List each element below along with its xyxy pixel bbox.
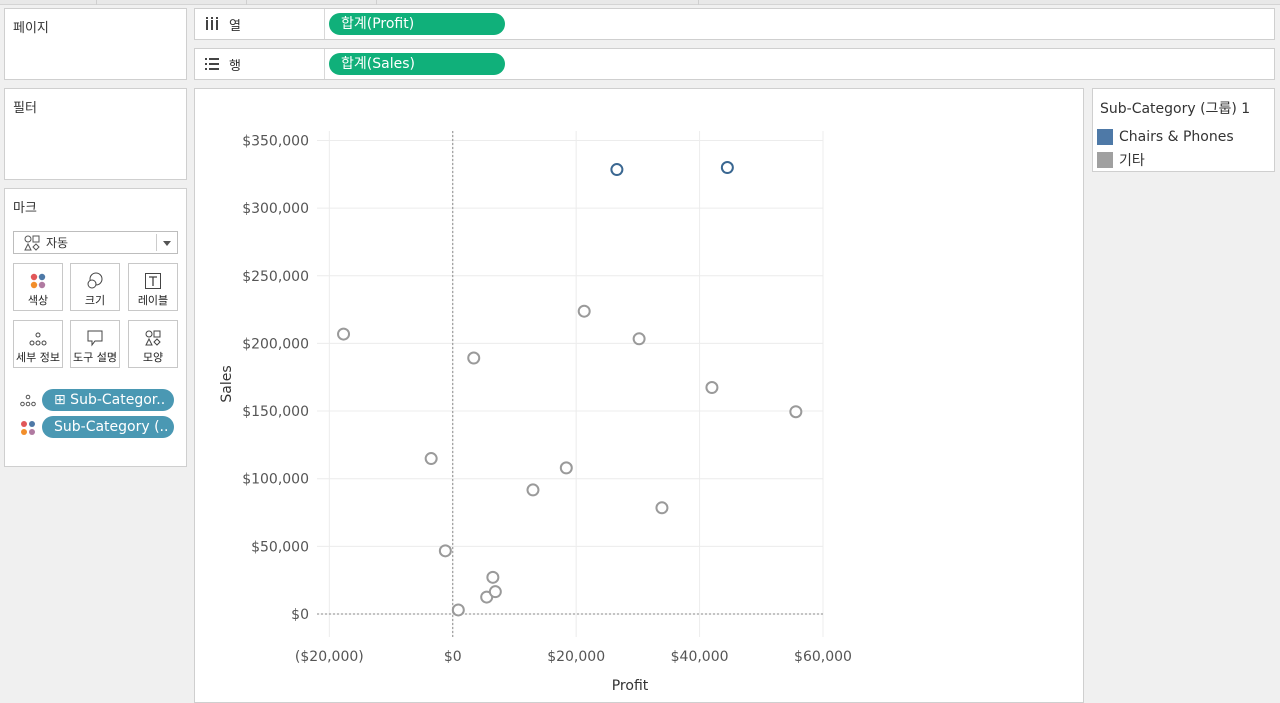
data-point[interactable] <box>424 452 438 466</box>
text-icon <box>129 264 177 290</box>
data-point[interactable] <box>655 501 669 515</box>
legend-title: Sub-Category (그룹) 1 <box>1100 101 1251 117</box>
scatter-chart[interactable]: $0 $50,000 $100,000 $150,000 $200,000 $250,00… <box>195 89 1083 702</box>
detail-field-pill[interactable]: ⊞ Sub-Categor.. <box>42 389 174 411</box>
y-tick-label: $250,000 <box>242 269 309 285</box>
tooltip-label: 도구 설명 <box>73 351 117 364</box>
size-label: 크기 <box>84 294 106 307</box>
data-point[interactable] <box>610 163 624 177</box>
data-point[interactable] <box>789 405 803 419</box>
data-point[interactable] <box>438 544 452 558</box>
mark-type-dropdown[interactable]: 자동 <box>13 231 178 254</box>
data-point[interactable] <box>559 461 573 475</box>
columns-shelf[interactable]: 열 합계(Profit) <box>194 8 1275 40</box>
color-label: 색상 <box>27 294 49 307</box>
y-axis-title: Sales <box>219 365 235 402</box>
legend-item-chairs-phones[interactable]: Chairs & Phones <box>1097 127 1234 147</box>
label-label: 레이블 <box>137 294 169 307</box>
top-toolbar-strip <box>0 0 1280 5</box>
strip-divider <box>246 0 247 5</box>
filters-shelf[interactable]: 필터 <box>4 88 187 180</box>
strip-divider <box>376 0 377 5</box>
rows-shelf[interactable]: 행 합계(Sales) <box>194 48 1275 80</box>
pages-shelf[interactable]: 페이지 <box>4 8 187 80</box>
dropdown-separator <box>156 234 157 251</box>
data-point[interactable] <box>486 570 500 584</box>
rows-icon <box>203 58 221 70</box>
tooltip-icon <box>71 321 119 347</box>
data-point[interactable] <box>720 161 734 175</box>
rows-field-pill[interactable]: 합계(Sales) <box>329 53 505 75</box>
y-tick-label: $350,000 <box>242 133 309 149</box>
data-point[interactable] <box>467 351 481 365</box>
y-tick-label: $200,000 <box>242 336 309 352</box>
legend-swatch <box>1097 129 1113 145</box>
x-tick-label: ($20,000) <box>295 649 364 665</box>
size-icon <box>71 264 119 290</box>
viz-canvas[interactable]: $0 $50,000 $100,000 $150,000 $200,000 $250,00… <box>194 88 1084 703</box>
tooltip-button[interactable]: 도구 설명 <box>70 320 120 368</box>
x-axis-title: Profit <box>612 678 649 694</box>
data-point[interactable] <box>526 483 540 497</box>
x-tick-label: $0 <box>444 649 462 665</box>
shape-label: 모양 <box>142 351 164 364</box>
chevron-down-icon <box>163 241 171 246</box>
columns-label: 열 <box>229 18 241 34</box>
filters-title: 필터 <box>13 101 37 116</box>
marks-title: 마크 <box>13 201 37 216</box>
columns-icon <box>203 17 221 31</box>
detail-icon <box>14 321 62 347</box>
data-point[interactable] <box>577 304 591 318</box>
detail-label: 세부 정보 <box>16 351 60 364</box>
detail-button[interactable]: 세부 정보 <box>13 320 63 368</box>
data-point[interactable] <box>337 327 351 341</box>
columns-field-pill[interactable]: 합계(Profit) <box>329 13 505 35</box>
y-tick-label: $50,000 <box>251 539 309 555</box>
shape-icon <box>24 235 40 251</box>
y-tick-label: $300,000 <box>242 201 309 217</box>
color-legend[interactable]: Sub-Category (그룹) 1 Chairs & Phones 기타 <box>1092 88 1275 172</box>
legend-item-other[interactable]: 기타 <box>1097 150 1145 170</box>
color-field-icon <box>19 419 37 437</box>
label-button[interactable]: 레이블 <box>128 263 178 311</box>
rows-label: 행 <box>229 58 241 74</box>
data-point[interactable] <box>451 603 465 617</box>
shapes-icon <box>129 321 177 347</box>
legend-item-label: 기타 <box>1119 153 1145 169</box>
detail-field-icon <box>19 392 37 410</box>
legend-item-label: Chairs & Phones <box>1119 129 1234 145</box>
pages-title: 페이지 <box>13 21 49 36</box>
shape-button[interactable]: 모양 <box>128 320 178 368</box>
color-icon <box>14 264 62 290</box>
data-point[interactable] <box>488 585 502 599</box>
strip-divider <box>96 0 97 5</box>
strip-divider <box>698 0 699 5</box>
y-tick-label: $0 <box>291 607 309 623</box>
color-field-pill[interactable]: Sub-Category (.. <box>42 416 174 438</box>
data-point[interactable] <box>705 381 719 395</box>
x-tick-label: $20,000 <box>547 649 605 665</box>
y-tick-label: $100,000 <box>242 472 309 488</box>
data-point[interactable] <box>632 332 646 346</box>
color-button[interactable]: 색상 <box>13 263 63 311</box>
y-tick-label: $150,000 <box>242 404 309 420</box>
mark-type-value: 자동 <box>46 236 69 250</box>
rows-shelf-label: 행 <box>195 49 325 79</box>
legend-swatch <box>1097 152 1113 168</box>
x-tick-label: $60,000 <box>794 649 852 665</box>
size-button[interactable]: 크기 <box>70 263 120 311</box>
marks-card: 마크 자동 색상 크기 레이블 세부 정보 도구 설명 모양 ⊞ Sub-Cat… <box>4 188 187 467</box>
columns-shelf-label: 열 <box>195 9 325 39</box>
x-tick-label: $40,000 <box>671 649 729 665</box>
